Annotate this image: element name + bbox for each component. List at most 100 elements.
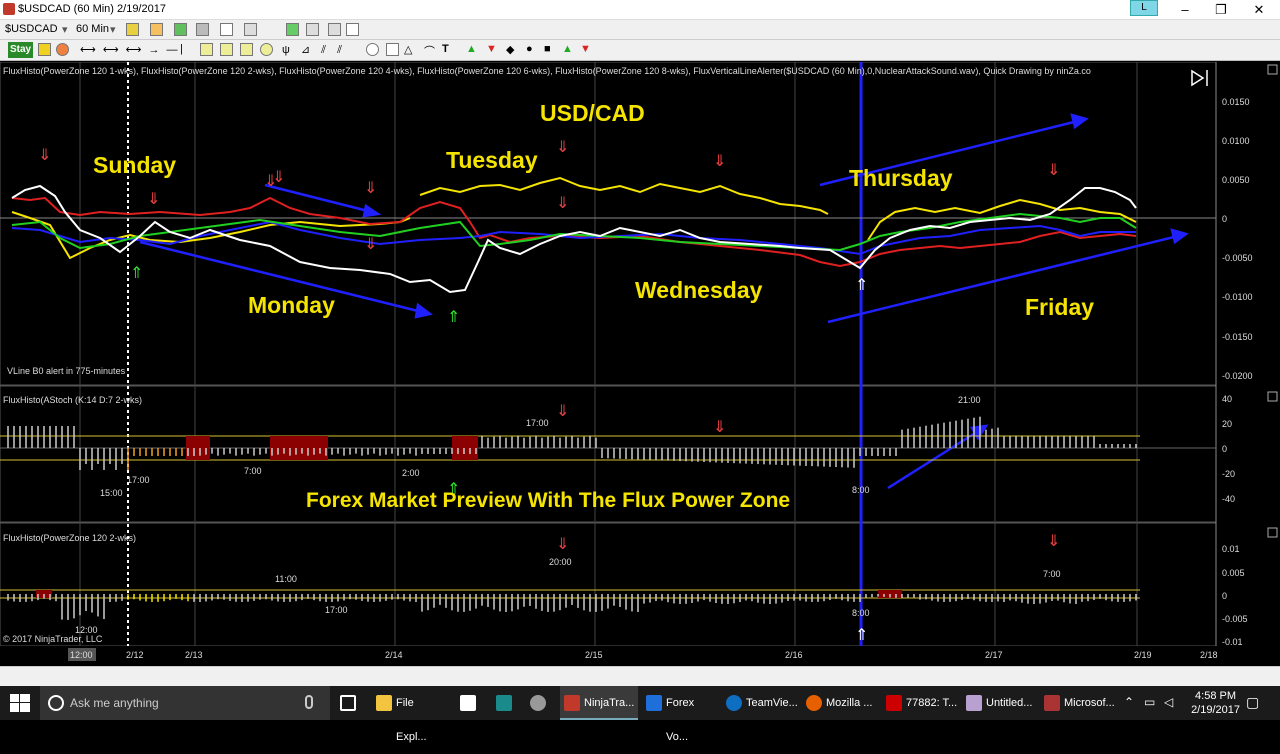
rectangle-icon[interactable] [386, 43, 399, 56]
zone-panel-header: FluxHisto(PowerZone 120 2-wks) [3, 533, 136, 543]
cortana-icon [48, 695, 64, 711]
link-tag[interactable]: L [1130, 0, 1158, 16]
svg-text:-0.0200: -0.0200 [1222, 371, 1253, 381]
price-panel-header: FluxHisto(PowerZone 120 1-wks), FluxHist… [3, 66, 1091, 76]
crosshair-icon[interactable] [220, 23, 233, 36]
next-bar-icon[interactable] [1191, 69, 1208, 87]
arc-icon[interactable]: ⌒ [424, 43, 435, 59]
network-icon[interactable]: ▭ [1144, 695, 1155, 709]
data-box-icon[interactable] [328, 23, 341, 36]
toolbar-top: $USDCAD ▾ 60 Min ▾ [0, 20, 1280, 40]
stay-button[interactable]: Stay [8, 42, 33, 58]
svg-text:⇓: ⇓ [38, 147, 51, 164]
svg-text:17:00: 17:00 [526, 418, 549, 428]
diamond-icon[interactable]: ◆ [506, 43, 514, 56]
edit-icon[interactable] [196, 23, 209, 36]
search-box[interactable]: Ask me anything [40, 686, 330, 720]
taskbar-item-ninjatrader[interactable]: NinjaTra... [560, 686, 638, 720]
task-view-icon[interactable] [336, 686, 360, 720]
taskbar-item-microsoft[interactable]: Microsof... [1040, 686, 1116, 720]
folder-icon [376, 695, 392, 711]
svg-text:-0.0100: -0.0100 [1222, 292, 1253, 302]
line-tools-icon[interactable]: ⟷ ⟷ ⟷ → — [80, 43, 180, 56]
maximize-icon[interactable]: ❐ [1204, 1, 1238, 19]
triangle-down-icon[interactable]: ▼ [580, 43, 591, 55]
clock-date: 2/19/2017 [1191, 704, 1240, 716]
app-icon-teal[interactable] [492, 686, 516, 720]
arrow-down-icon[interactable]: ▼ [486, 43, 497, 55]
highlight-icon[interactable] [38, 43, 51, 56]
list-icon[interactable] [346, 23, 359, 36]
taskbar-item-mozilla[interactable]: Mozilla ... [802, 686, 878, 720]
taskbar-item-forex[interactable]: Forex Vo... [642, 686, 718, 743]
strategy-icon[interactable] [306, 23, 319, 36]
app-icon-gray[interactable] [526, 686, 550, 720]
svg-text:7:00: 7:00 [1043, 569, 1061, 579]
eraser-icon[interactable] [56, 43, 69, 56]
chevron-down-icon[interactable]: ▾ [62, 23, 68, 36]
pitchfork-icon[interactable]: ψ ⊿ ⫽ ⫽ [282, 43, 346, 57]
taskbar-item-untitled[interactable]: Untitled... [962, 686, 1038, 720]
notifications-icon[interactable]: ▢ [1246, 694, 1259, 711]
store-icon[interactable] [456, 686, 480, 720]
taskbar-item-file-explorer[interactable]: File Expl... [372, 686, 446, 743]
svg-text:8:00: 8:00 [852, 485, 870, 495]
plus-icon[interactable] [174, 23, 187, 36]
text-icon[interactable]: T [442, 43, 449, 55]
svg-text:⇑: ⇑ [130, 265, 143, 282]
dot-icon[interactable]: ● [526, 43, 533, 55]
square-icon[interactable]: ■ [544, 43, 551, 55]
ellipse-icon[interactable] [366, 43, 379, 56]
teamviewer-icon [726, 695, 742, 711]
stoch-time-labels: 15:00 17:00 7:00 2:00 17:00 21:00 8:00 [100, 395, 981, 498]
pencil-icon[interactable] [150, 23, 163, 36]
bars-icon[interactable] [126, 23, 139, 36]
horizontal-scrollbar[interactable] [0, 666, 1280, 686]
svg-text:2/15: 2/15 [585, 650, 603, 660]
taskbar-item-teamviewer[interactable]: TeamVie... [722, 686, 800, 720]
template-icon[interactable] [286, 23, 299, 36]
windows-start-icon[interactable] [10, 694, 30, 712]
triangle-up-icon[interactable]: ▲ [562, 43, 573, 55]
volume-icon[interactable]: ◁ [1164, 695, 1173, 709]
svg-text:0.01: 0.01 [1222, 544, 1240, 554]
svg-text:0: 0 [1222, 591, 1227, 601]
triangle-icon[interactable]: △ [404, 43, 412, 56]
window-title: $USDCAD (60 Min) 2/19/2017 [18, 3, 166, 15]
svg-text:2:00: 2:00 [402, 468, 420, 478]
clock[interactable]: 4:58 PM 2/19/2017 [1191, 689, 1240, 717]
interval-selector[interactable]: 60 Min [76, 23, 109, 35]
close-icon[interactable]: ✕ [1242, 1, 1276, 19]
svg-text:17:00: 17:00 [325, 605, 348, 615]
panel-menu-icon[interactable] [1267, 527, 1278, 538]
svg-text:7:00: 7:00 [244, 466, 262, 476]
chart-area[interactable]: ⇓ ⇓ ⇓ ⇓ ⇓ ⇓ ⇓ ⇓ ⇓ ⇓ ⇑ ⇑ ⇑ USD/CAD Sunday… [0, 61, 1280, 666]
svg-text:-0.01: -0.01 [1222, 637, 1243, 647]
firefox-icon [806, 695, 822, 711]
fib-icon[interactable] [200, 43, 213, 56]
sunday-label: Sunday [93, 152, 176, 178]
svg-text:0: 0 [1222, 214, 1227, 224]
fib-ext-icon[interactable] [220, 43, 233, 56]
fib-time-icon[interactable] [240, 43, 253, 56]
svg-text:⇓: ⇓ [713, 153, 726, 170]
minimize-icon[interactable]: – [1168, 1, 1202, 19]
stoch-y-axis: 40 20 0 -20 -40 [1222, 394, 1235, 504]
price-y-axis: 0.0150 0.0100 0.0050 0 -0.0050 -0.0100 -… [1222, 97, 1253, 381]
properties-icon[interactable] [244, 23, 257, 36]
fib-circle-icon[interactable] [260, 43, 273, 56]
instrument-selector[interactable]: $USDCAD [5, 23, 58, 35]
chevron-up-icon[interactable]: ⌃ [1124, 695, 1134, 709]
panel-menu-icon[interactable] [1267, 64, 1278, 75]
arrow-up-icon[interactable]: ▲ [466, 43, 477, 55]
svg-text:0.005: 0.005 [1222, 568, 1245, 578]
caption: Forex Market Preview With The Flux Power… [306, 489, 790, 512]
drawing-toolbar: Stay ⟷ ⟷ ⟷ → — | ψ ⊿ ⫽ ⫽ △ ⌒ T ▲ ▼ ◆ ● ■… [0, 40, 1280, 61]
mic-icon[interactable] [305, 695, 313, 709]
panel-menu-icon[interactable] [1267, 391, 1278, 402]
svg-text:0.0150: 0.0150 [1222, 97, 1250, 107]
taskbar-item-77882[interactable]: 77882: T... [882, 686, 958, 720]
pair-label: USD/CAD [540, 100, 645, 126]
search-placeholder: Ask me anything [70, 696, 159, 710]
chevron-down-icon[interactable]: ▾ [110, 23, 116, 36]
